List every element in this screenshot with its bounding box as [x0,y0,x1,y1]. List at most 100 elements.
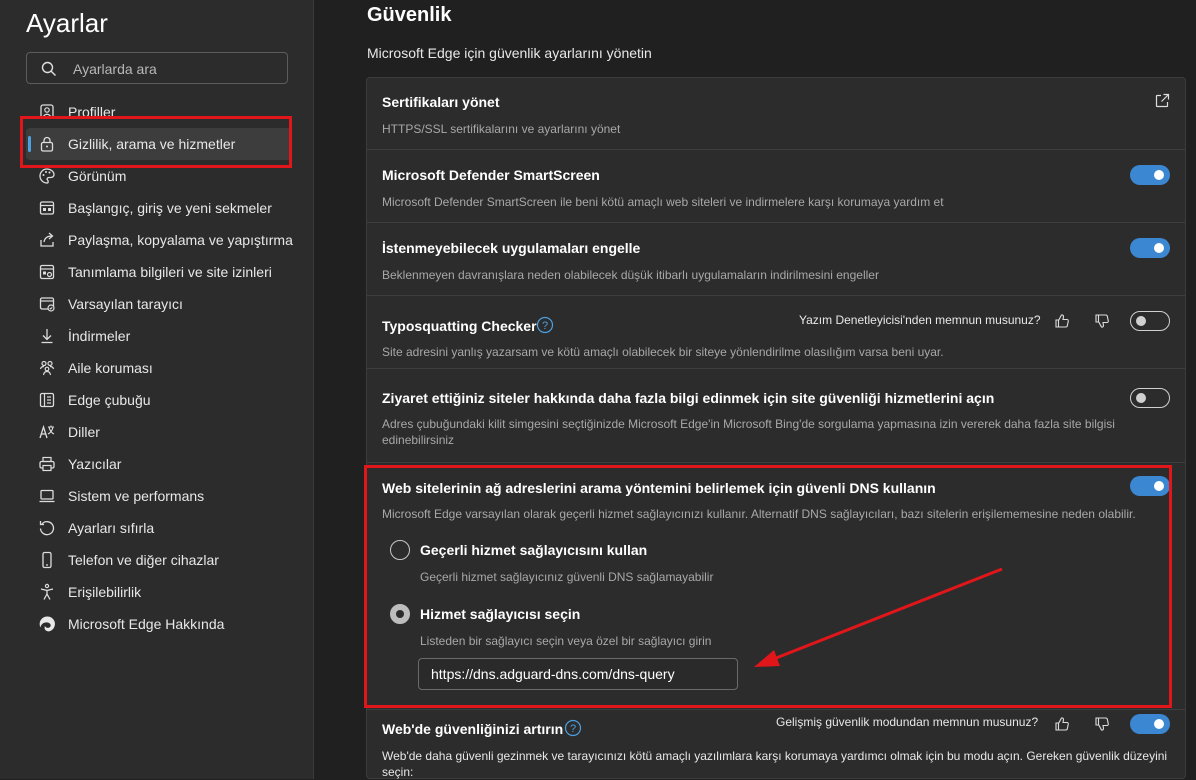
thumbs-up-icon[interactable] [1054,313,1070,329]
sidebar-item-downloads[interactable]: İndirmeler [26,320,292,352]
smartscreen-row: Microsoft Defender SmartScreen Microsoft… [367,150,1185,223]
typosquatting-feedback-text: Yazım Denetleyicisi'nden memnun musunuz? [799,313,1041,327]
thumbs-down-icon[interactable] [1094,716,1110,732]
phone-icon [42,551,52,569]
enhanced-security-title: Web'de güvenliğinizi artırın [382,721,564,737]
current-provider-desc: Geçerli hizmet sağlayıcınız güvenli DNS … [420,570,714,584]
sidebar-item-family[interactable]: Aile koruması [26,352,292,384]
certificates-row[interactable]: Sertifikaları yönet HTTPS/SSL sertifikal… [367,78,1185,150]
certificates-title: Sertifikaları yönet [382,94,500,110]
radio-current-provider[interactable] [390,540,410,560]
page-title: Güvenlik [367,4,452,26]
sidebar-item-label: Gizlilik, arama ve hizmetler [68,136,236,152]
edge-bar-icon [39,392,55,408]
site-permissions-icon [39,264,55,280]
sidebar-item-share[interactable]: Paylaşma, kopyalama ve yapıştırma [26,224,293,256]
sidebar-item-cookies[interactable]: Tanımlama bilgileri ve site izinleri [26,256,292,288]
language-icon [39,424,55,439]
sidebar-item-label: İndirmeler [68,328,131,344]
sidebar-item-accessibility[interactable]: Erişilebilirlik [26,576,292,608]
enhanced-security-toggle[interactable] [1130,714,1170,734]
thumbs-down-icon[interactable] [1094,313,1110,329]
site-info-desc: Adres çubuğundaki kilit simgesini seçtiğ… [382,417,1115,447]
palette-icon [39,168,55,184]
dns-provider-input[interactable] [418,658,738,690]
search-input[interactable] [71,58,275,80]
sidebar-item-printers[interactable]: Yazıcılar [26,448,292,480]
sidebar-title: Ayarlar [26,8,108,38]
typosquatting-title: Typosquatting Checker [382,318,537,334]
sidebar-item-label: Yazıcılar [68,456,122,472]
family-icon [39,360,55,376]
secure-dns-toggle[interactable] [1130,476,1170,496]
sidebar-item-label: Diller [68,424,100,440]
enhanced-security-desc: Web'de daha güvenli gezinmek ve tarayıcı… [382,749,1168,779]
choose-provider-label: Hizmet sağlayıcısı seçin [420,606,581,622]
pua-title: İstenmeyebilecek uygulamaları engelle [382,240,641,256]
certificates-desc: HTTPS/SSL sertifikalarını ve ayarlarını … [382,122,621,136]
reset-icon [39,521,55,536]
smartscreen-toggle[interactable] [1130,165,1170,185]
accessibility-icon [40,583,54,600]
secure-dns-title: Web sitelerinin ağ adreslerini arama yön… [382,480,936,496]
svg-text:?: ? [542,320,548,332]
active-indicator [28,136,31,152]
help-icon[interactable]: ? [536,316,554,334]
sidebar-item-about[interactable]: Microsoft Edge Hakkında [26,608,292,640]
smartscreen-desc: Microsoft Defender SmartScreen ile beni … [382,195,944,209]
enhanced-security-feedback-text: Gelişmiş güvenlik modundan memnun musunu… [776,715,1039,729]
pua-desc: Beklenmeyen davranışlara neden olabilece… [382,268,879,282]
sidebar-item-label: Profiller [68,104,116,120]
download-icon [41,329,53,344]
help-icon[interactable]: ? [564,719,582,737]
sidebar-item-startup[interactable]: Başlangıç, giriş ve yeni sekmeler [26,192,292,224]
search-icon [41,61,56,76]
site-info-title: Ziyaret ettiğiniz siteler hakkında daha … [382,390,995,406]
home-tab-icon [39,201,55,215]
sidebar-item-edge-bar[interactable]: Edge çubuğu [26,384,292,416]
site-info-toggle[interactable] [1130,388,1170,408]
sidebar-item-appearance[interactable]: Görünüm [26,160,292,192]
radio-choose-provider[interactable] [390,604,410,624]
typosquatting-desc: Site adresini yanlış yazarsam ve kötü am… [382,345,944,359]
sidebar-item-reset[interactable]: Ayarları sıfırla [26,512,292,544]
sidebar-item-label: Aile koruması [68,360,153,376]
sidebar-item-label: Sistem ve performans [68,488,205,504]
sidebar-item-label: Erişilebilirlik [68,584,142,600]
secure-dns-desc: Microsoft Edge varsayılan olarak geçerli… [382,507,1136,521]
sidebar-item-label: Paylaşma, kopyalama ve yapıştırma [68,232,293,248]
external-link-icon[interactable] [1154,93,1170,109]
sidebar-item-system[interactable]: Sistem ve performans [26,480,292,512]
default-browser-icon [39,297,55,312]
enhanced-security-row: Web'de güvenliğinizi artırın ? Gelişmiş … [367,709,1185,780]
system-icon [39,489,55,503]
share-icon [40,232,54,247]
edge-logo-icon [39,616,55,632]
sidebar-item-privacy[interactable]: Gizlilik, arama ve hizmetler [26,128,292,160]
sidebar-item-phone[interactable]: Telefon ve diğer cihazlar [26,544,292,576]
sidebar-item-languages[interactable]: Diller [26,416,292,448]
profile-icon [40,104,54,119]
sidebar-item-label: Ayarları sıfırla [68,520,155,536]
sidebar-item-default-browser[interactable]: Varsayılan tarayıcı [26,288,292,320]
sidebar-item-label: Tanımlama bilgileri ve site izinleri [68,264,272,280]
pua-row: İstenmeyebilecek uygulamaları engelle Be… [367,223,1185,296]
current-provider-label: Geçerli hizmet sağlayıcısını kullan [420,542,648,558]
sidebar-item-label: Başlangıç, giriş ve yeni sekmeler [68,200,272,216]
choose-provider-desc: Listeden bir sağlayıcı seçin veya özel b… [420,634,712,648]
smartscreen-title: Microsoft Defender SmartScreen [382,167,600,183]
sidebar-item-profiles[interactable]: Profiller [26,96,292,128]
printer-icon [39,456,55,472]
search-box[interactable] [26,52,288,84]
sidebar-item-label: Microsoft Edge Hakkında [68,616,225,632]
lock-icon [40,136,54,152]
svg-text:?: ? [570,723,576,735]
typosquatting-row: Typosquatting Checker ? Yazım Denetleyic… [367,296,1185,369]
sidebar-item-label: Varsayılan tarayıcı [68,296,183,312]
pua-toggle[interactable] [1130,238,1170,258]
typosquatting-toggle[interactable] [1130,311,1170,331]
thumbs-up-icon[interactable] [1054,716,1070,732]
sidebar: Ayarlar Profiller Gizlilik, arama ve hiz… [0,0,314,779]
sidebar-item-label: Telefon ve diğer cihazlar [68,552,219,568]
sidebar-item-label: Görünüm [68,168,127,184]
